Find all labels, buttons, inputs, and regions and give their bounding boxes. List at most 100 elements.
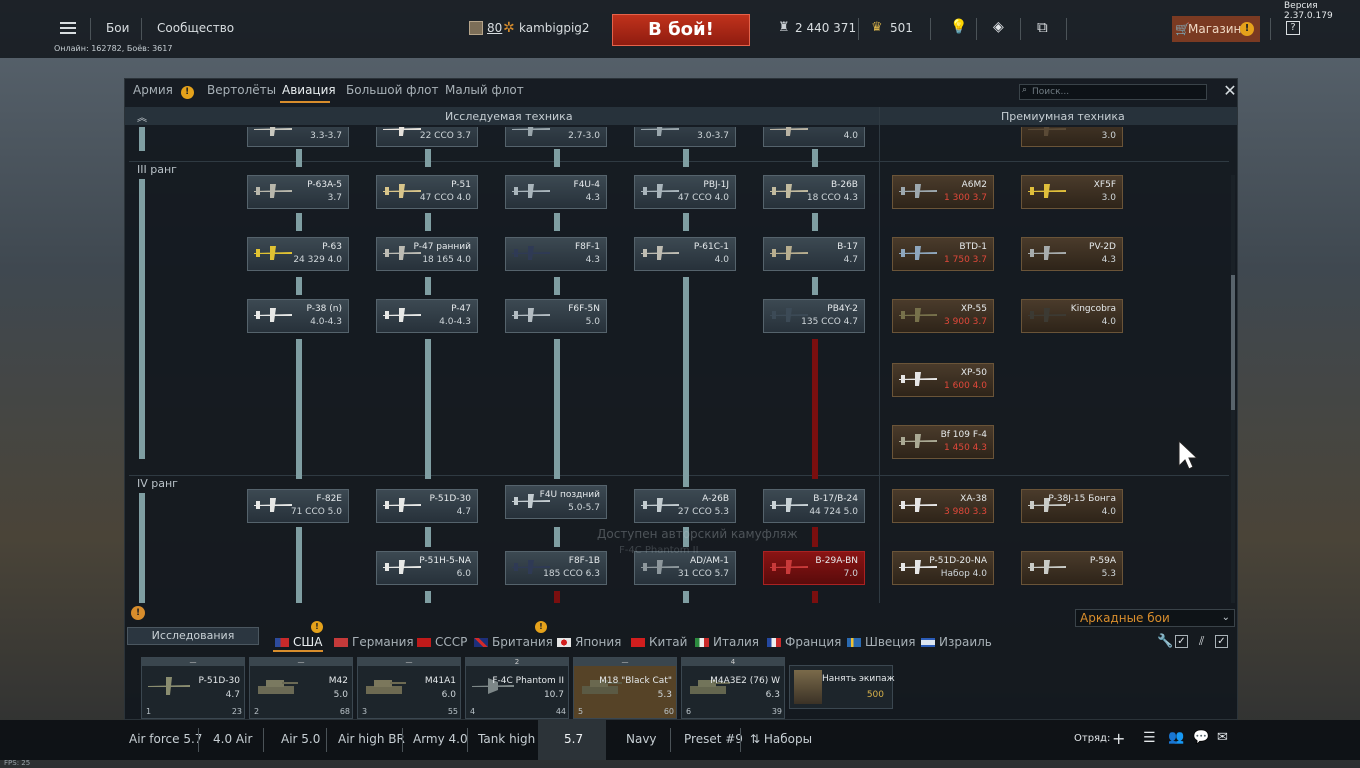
vehicle-card[interactable]: F8F-1B 185 CCO 6.3 (505, 551, 607, 585)
golden-eagles-count[interactable]: 501 (890, 21, 913, 35)
mail-icon[interactable]: ✉ (1217, 730, 1228, 745)
nation-china[interactable]: Китай (631, 635, 687, 649)
vehicle-card[interactable]: AD/AM-1 31 CCO 5.7 (634, 551, 736, 585)
hire-crew-slot[interactable]: Нанять экипаж 500 (789, 665, 895, 709)
premium-vehicle-card[interactable]: PV-2D 4.3 (1021, 237, 1123, 271)
vehicle-card[interactable]: B-26B 18 CCO 4.3 (763, 175, 865, 209)
scrollbar-thumb[interactable] (1231, 275, 1235, 410)
shop-button[interactable]: 🛒 Магазин ! (1172, 16, 1260, 42)
nation-ussr[interactable]: СССР (417, 635, 467, 649)
lightbulb-icon[interactable]: 💡 (950, 19, 967, 35)
preset-tab[interactable]: Preset #9 (684, 732, 743, 746)
close-icon[interactable]: ✕ (1221, 82, 1239, 100)
research-button[interactable]: Исследования (127, 627, 259, 645)
preset-tab[interactable]: Tank high (478, 732, 535, 746)
player-avatar[interactable] (469, 21, 483, 35)
preset-tab-active[interactable]: 5.7 (564, 732, 583, 746)
crew-slot[interactable]: 4 M4A3E2 (76) W 6.3 6 39 (681, 657, 785, 719)
vehicle-card[interactable]: 3.3-3.7 (247, 127, 349, 147)
tab-aviation[interactable]: Авиация (282, 83, 336, 97)
nation-france[interactable]: Франция (767, 635, 841, 649)
nation-japan[interactable]: Япония (557, 635, 621, 649)
cube-icon[interactable]: ◈ (993, 19, 1004, 35)
help-icon[interactable]: ? (1286, 21, 1300, 35)
vehicle-card[interactable]: B-17/B-24 44 724 5.0 (763, 489, 865, 523)
vehicle-card[interactable]: P-63 24 329 4.0 (247, 237, 349, 271)
presets-menu[interactable]: ⇅ Наборы (750, 732, 812, 746)
checkbox-icon[interactable]: ✓ (1215, 635, 1228, 648)
vehicle-card[interactable]: A-26B 27 CCO 5.3 (634, 489, 736, 523)
premium-vehicle-card[interactable]: XF5F 3.0 (1021, 175, 1123, 209)
game-mode-dropdown[interactable]: Аркадные бои ⌄ (1075, 609, 1235, 627)
preset-tab[interactable]: 4.0 Air (213, 732, 252, 746)
scrollbar[interactable] (1231, 175, 1235, 603)
list-icon[interactable]: ☰ (1143, 730, 1156, 746)
vehicle-card[interactable]: P-51 47 CCO 4.0 (376, 175, 478, 209)
vehicle-card[interactable]: P-51H-5-NA 6.0 (376, 551, 478, 585)
vehicle-card[interactable]: F8F-1 4.3 (505, 237, 607, 271)
crew-slot[interactable]: — M42 5.0 2 68 (249, 657, 353, 719)
crew-slot[interactable]: 2 F-4C Phantom II 10.7 4 44 (465, 657, 569, 719)
battles-menu[interactable]: Бои (106, 21, 129, 35)
vehicle-card[interactable]: P-63A-5 3.7 (247, 175, 349, 209)
checkbox-icon[interactable]: ✓ (1175, 635, 1188, 648)
vehicle-card[interactable]: 2.7-3.0 (505, 127, 607, 147)
premium-vehicle-card[interactable]: P-38J-15 Бонга 4.0 (1021, 489, 1123, 523)
wrench-icon[interactable]: 🔧 (1157, 634, 1173, 649)
nation-sweden[interactable]: Швеция (847, 635, 915, 649)
vehicle-card[interactable]: 4.0 (763, 127, 865, 147)
premium-vehicle-card[interactable]: XP-50 1 600 4.0 (892, 363, 994, 397)
repair-all-icon[interactable]: ⫽ (1199, 634, 1204, 649)
premium-vehicle-card[interactable]: 3.0 (1021, 127, 1123, 147)
vehicle-card[interactable]: P-61C-1 4.0 (634, 237, 736, 271)
nation-britain[interactable]: Британия (474, 635, 553, 649)
warning-icon[interactable]: ! (131, 606, 145, 620)
premium-vehicle-card[interactable]: Bf 109 F-4 1 450 4.3 (892, 425, 994, 459)
nation-israel[interactable]: Израиль (921, 635, 992, 649)
crew-slot[interactable]: — M18 "Black Cat" 5.3 5 60 (573, 657, 677, 719)
premium-vehicle-card[interactable]: P-51D-20-NA Набор 4.0 (892, 551, 994, 585)
crew-slot[interactable]: — P-51D-30 4.7 1 23 (141, 657, 245, 719)
tab-bluewater-fleet[interactable]: Большой флот (346, 83, 439, 97)
premium-vehicle-card[interactable]: A6M2 1 300 3.7 (892, 175, 994, 209)
preset-tab[interactable]: Air high BR (338, 732, 405, 746)
premium-vehicle-card[interactable]: XP-55 3 900 3.7 (892, 299, 994, 333)
community-menu[interactable]: Сообщество (157, 21, 234, 35)
nation-italy[interactable]: Италия (695, 635, 759, 649)
vehicle-card[interactable]: B-17 4.7 (763, 237, 865, 271)
player-name[interactable]: kambigpig2 (519, 21, 590, 35)
preset-tab[interactable]: Air 5.0 (281, 732, 320, 746)
premium-vehicle-card[interactable]: Kingcobra 4.0 (1021, 299, 1123, 333)
vehicle-card[interactable]: P-51D-30 4.7 (376, 489, 478, 523)
tab-helicopters[interactable]: Вертолёты (207, 83, 276, 97)
contacts-icon[interactable]: 👥 (1168, 730, 1184, 745)
nation-usa[interactable]: США (275, 635, 322, 649)
vehicle-card[interactable]: F6F-5N 5.0 (505, 299, 607, 333)
tab-army[interactable]: Армия ! (133, 83, 194, 99)
vehicle-card[interactable]: PB4Y-2 135 CCO 4.7 (763, 299, 865, 333)
premium-vehicle-card[interactable]: XA-38 3 980 3.3 (892, 489, 994, 523)
vehicle-card[interactable]: P-47 4.0-4.3 (376, 299, 478, 333)
preset-tab[interactable]: Air force 5.7 (129, 732, 202, 746)
collapse-up-icon[interactable]: ︽ (137, 109, 147, 124)
preset-tab[interactable]: Army 4.0 (413, 732, 468, 746)
vehicle-card[interactable]: B-29A-BN 7.0 (763, 551, 865, 585)
to-battle-button[interactable]: В бой! (612, 14, 750, 46)
vehicle-card[interactable]: 3.0-3.7 (634, 127, 736, 147)
vehicle-card[interactable]: PBJ-1J 47 CCO 4.0 (634, 175, 736, 209)
tab-coastal-fleet[interactable]: Малый флот (445, 83, 524, 97)
add-squad-icon[interactable]: + (1112, 729, 1125, 748)
vehicle-card[interactable]: F-82E 71 CCO 5.0 (247, 489, 349, 523)
premium-vehicle-card[interactable]: BTD-1 1 750 3.7 (892, 237, 994, 271)
crew-slot[interactable]: — M41A1 6.0 3 55 (357, 657, 461, 719)
chat-icon[interactable]: 💬 (1193, 730, 1209, 745)
preset-tab[interactable]: Navy (626, 732, 657, 746)
premium-vehicle-card[interactable]: P-59A 5.3 (1021, 551, 1123, 585)
vehicle-card[interactable]: F4U-4 4.3 (505, 175, 607, 209)
vehicle-card[interactable]: 22 CCO 3.7 (376, 127, 478, 147)
coupon-icon[interactable]: ⧉ (1037, 18, 1048, 36)
search-input[interactable]: Поиск... (1019, 84, 1207, 100)
vehicle-card[interactable]: P-38 (n) 4.0-4.3 (247, 299, 349, 333)
vehicle-card[interactable]: P-47 ранний 18 165 4.0 (376, 237, 478, 271)
menu-icon[interactable] (60, 22, 76, 35)
